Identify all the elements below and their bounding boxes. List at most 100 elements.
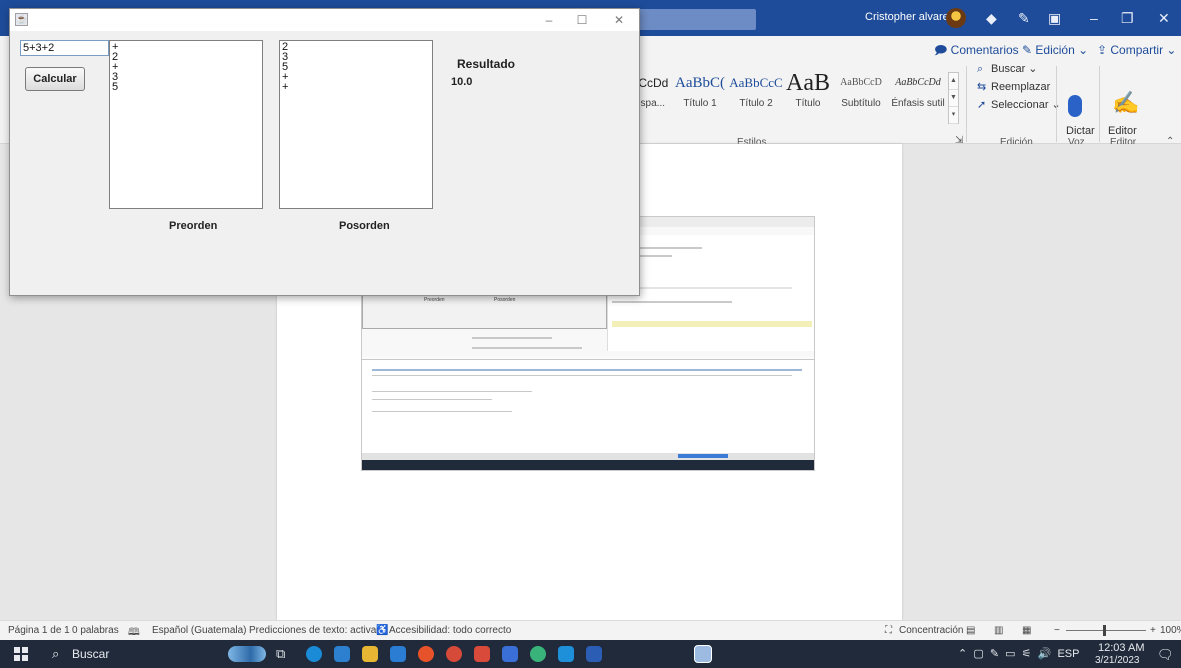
minimize-icon[interactable]: – [1090, 9, 1098, 27]
compartir-button[interactable]: ⇪ Compartir ⌄ [1097, 40, 1176, 60]
posorden-label: Posorden [339, 220, 390, 232]
preorden-label: Preorden [169, 220, 218, 232]
editor-pen-icon[interactable]: ✍ [1112, 90, 1139, 116]
comentarios-button[interactable]: 🗩 Comentarios [934, 40, 1019, 60]
styles-gallery-scroll[interactable]: ▲ ▼ ▾ [948, 72, 959, 124]
store-icon[interactable] [334, 646, 350, 662]
taskbar-search-box[interactable]: Buscar [72, 647, 109, 661]
posorden-list[interactable]: 2 3 5 + + [279, 40, 433, 209]
focus-icon[interactable]: ⛶ [885, 625, 892, 636]
brave-icon[interactable] [474, 646, 490, 662]
print-layout-icon[interactable]: ▥ [994, 625, 1003, 636]
outlook-icon[interactable] [558, 646, 574, 662]
clock-time[interactable]: 12:03 AM [1098, 642, 1144, 654]
list-item[interactable]: + [112, 62, 260, 73]
chevron-down-icon: ⌄ [1048, 99, 1061, 111]
microphone-icon[interactable] [1068, 95, 1082, 117]
focus-mode-button[interactable]: Concentración [899, 625, 963, 636]
output-line [372, 375, 792, 376]
list-item[interactable]: 5 [282, 62, 430, 73]
close-icon[interactable]: ✕ [1158, 9, 1170, 27]
word-icon[interactable] [586, 646, 602, 662]
editor-button[interactable]: Editor [1108, 125, 1137, 137]
input-language[interactable]: ESP [1057, 648, 1079, 660]
user-avatar[interactable] [946, 8, 966, 28]
java-window-titlebar[interactable]: ☕ – ☐ ✕ [10, 9, 639, 31]
edicion-mode-button[interactable]: ✎ Edición ⌄ [1022, 40, 1088, 60]
app-icon[interactable] [502, 646, 518, 662]
zoom-slider-thumb[interactable] [1103, 625, 1106, 636]
seleccionar-button[interactable]: ➚ Seleccionar ⌄ [977, 98, 1061, 111]
style-title[interactable]: AaB Título [784, 68, 832, 109]
list-item[interactable]: + [282, 82, 430, 93]
chrome-profile-icon[interactable] [530, 646, 546, 662]
zoom-out-icon[interactable]: − [1054, 625, 1060, 636]
resultado-label: Resultado [457, 57, 516, 71]
task-view-icon[interactable]: ⧉ [276, 646, 292, 662]
style-subtle-emphasis[interactable]: AaBbCcDd Énfasis sutil [888, 68, 948, 109]
calcular-button[interactable]: Calcular [25, 67, 85, 91]
chevron-down-icon: ⌄ [1163, 43, 1177, 57]
search-icon[interactable]: ⌕ [52, 646, 59, 662]
buscar-label: Buscar [991, 63, 1026, 75]
buscar-button[interactable]: ⌕ Buscar ⌄ [977, 62, 1038, 76]
restore-icon[interactable]: ❐ [1121, 9, 1134, 27]
web-layout-icon[interactable]: ▦ [1022, 625, 1031, 636]
ribbon-display-icon[interactable]: ▣ [1048, 9, 1061, 27]
accessibility-status[interactable]: Accesibilidad: todo correcto [389, 625, 511, 636]
text-predictions-status[interactable]: Predicciones de texto: activado [249, 625, 387, 636]
accessibility-icon[interactable]: ♿ [376, 625, 388, 636]
read-mode-icon[interactable]: ▤ [966, 625, 975, 636]
mail-icon[interactable] [390, 646, 406, 662]
list-item[interactable]: 3 [112, 72, 260, 83]
windows-taskbar: ⌕ Buscar ⧉ ⌃ ▢ ✎ ▭ ⚟ 🔊 ESP 12:03 AM 3/21… [0, 640, 1181, 668]
notifications-icon[interactable]: 🗨 [1157, 647, 1174, 663]
minimize-icon[interactable]: – [534, 11, 564, 29]
more-styles-icon[interactable]: ▾ [949, 107, 958, 124]
list-item[interactable]: + [282, 72, 430, 83]
word-user-name[interactable]: Cristopher alvarez [865, 11, 954, 23]
page-count[interactable]: Página 1 de 1 [8, 625, 70, 636]
zoom-slider-track[interactable] [1066, 630, 1146, 631]
close-icon[interactable]: ✕ [604, 11, 634, 29]
zoom-level[interactable]: 100% [1160, 625, 1181, 636]
output-line [372, 369, 802, 371]
dictar-button[interactable]: Dictar [1066, 125, 1095, 137]
reemplazar-button[interactable]: ⇆ Reemplazar [977, 80, 1050, 93]
search-icon: ⌕ [977, 63, 984, 75]
file-explorer-icon[interactable] [362, 646, 378, 662]
chevron-down-icon[interactable]: ▼ [949, 90, 958, 107]
output-line [372, 411, 512, 412]
system-tray[interactable]: ⌃ ▢ ✎ ▭ ⚟ 🔊 ESP [958, 647, 1079, 660]
expression-input[interactable] [20, 40, 109, 56]
maximize-icon[interactable]: ☐ [567, 11, 597, 29]
embedded-output-panel [362, 359, 814, 453]
list-item[interactable]: 5 [112, 82, 260, 93]
code-line [472, 337, 552, 339]
list-item[interactable]: 2 [282, 42, 430, 53]
list-item[interactable]: + [112, 42, 260, 53]
list-item[interactable]: 2 [112, 52, 260, 63]
style-subtitle[interactable]: AaBbCcD Subtítulo [834, 68, 888, 109]
chevron-up-icon[interactable]: ▲ [949, 73, 958, 90]
list-item[interactable]: 3 [282, 52, 430, 63]
clock-date[interactable]: 3/21/2023 [1095, 655, 1140, 666]
zoom-in-icon[interactable]: + [1150, 625, 1156, 636]
embedded-posorden-label: Posorden [494, 297, 516, 303]
windows-start-icon[interactable] [14, 647, 28, 661]
edge-icon[interactable] [306, 646, 322, 662]
chrome-icon[interactable] [446, 646, 462, 662]
preorden-list[interactable]: + 2 + 3 5 [109, 40, 263, 209]
weather-widget-icon[interactable] [228, 646, 266, 662]
output-line [372, 391, 532, 392]
firefox-icon[interactable] [418, 646, 434, 662]
pen-icon[interactable]: ✎ [1018, 9, 1030, 27]
premium-diamond-icon[interactable]: ◆ [986, 9, 997, 27]
language-status[interactable]: Español (Guatemala) [152, 625, 247, 636]
word-count[interactable]: 0 palabras [72, 625, 119, 636]
style-name: Título [795, 98, 821, 109]
style-heading-2[interactable]: AaBbCcC Título 2 [728, 68, 784, 109]
java-app-taskbar-icon[interactable] [694, 645, 712, 663]
seleccionar-label: Seleccionar [991, 99, 1049, 111]
style-heading-1[interactable]: AaBbC( Título 1 [672, 68, 728, 109]
